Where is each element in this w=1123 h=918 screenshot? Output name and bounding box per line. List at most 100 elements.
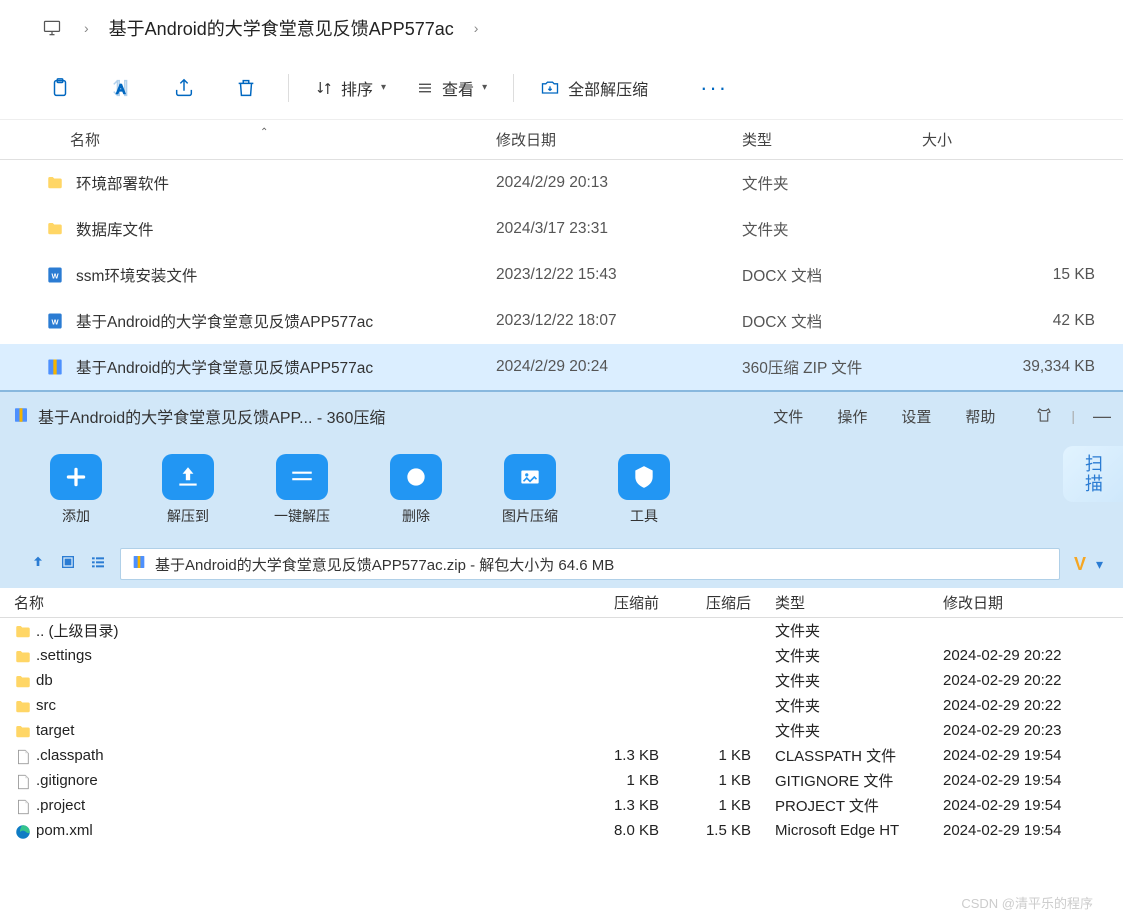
archive-header-post[interactable]: 压缩后 bbox=[669, 592, 761, 613]
header-size[interactable]: 大小 bbox=[906, 129, 1123, 150]
header-type[interactable]: 类型 bbox=[726, 129, 906, 150]
archive-post-size: 1.5 KB bbox=[669, 822, 761, 839]
file-type: DOCX 文档 bbox=[726, 264, 906, 286]
archive-headers: 名称 压缩前 压缩后 类型 修改日期 bbox=[0, 588, 1123, 618]
file-modified: 2023/12/22 18:07 bbox=[478, 312, 726, 330]
archive-row[interactable]: .. (上级目录)文件夹 bbox=[0, 618, 1123, 643]
archive-path-bar: 基于Android的大学食堂意见反馈APP577ac.zip - 解包大小为 6… bbox=[0, 540, 1123, 588]
archive-row[interactable]: .settings文件夹2024-02-29 20:22 bbox=[0, 643, 1123, 668]
tools-button[interactable]: 工具 bbox=[618, 454, 670, 526]
breadcrumb: › 基于Android的大学食堂意见反馈APP577ac › bbox=[0, 0, 1123, 56]
folder-icon bbox=[44, 172, 66, 194]
archive-row[interactable]: src文件夹2024-02-29 20:22 bbox=[0, 693, 1123, 718]
svg-text:A: A bbox=[117, 81, 126, 96]
folder-icon bbox=[14, 723, 32, 739]
archive-header-pre[interactable]: 压缩前 bbox=[555, 592, 669, 613]
file-size: 15 KB bbox=[906, 266, 1123, 284]
select-all-icon[interactable] bbox=[60, 554, 76, 575]
docx-icon: W bbox=[44, 310, 66, 332]
archive-pre-size: 1.3 KB bbox=[555, 797, 669, 814]
file-name: ssm环境安装文件 bbox=[76, 264, 197, 286]
add-button[interactable]: 添加 bbox=[50, 454, 102, 526]
archive-header-modified[interactable]: 修改日期 bbox=[929, 592, 1123, 613]
share-icon[interactable] bbox=[164, 68, 204, 108]
archive-post-size: 1 KB bbox=[669, 797, 761, 814]
divider-icon: | bbox=[1071, 408, 1075, 424]
more-icon[interactable]: ··· bbox=[694, 68, 734, 108]
folder-icon bbox=[44, 218, 66, 240]
archive-pre-size: 8.0 KB bbox=[555, 822, 669, 839]
archive-header-type[interactable]: 类型 bbox=[761, 592, 929, 613]
archive-file-modified: 2024-02-29 19:54 bbox=[929, 797, 1123, 814]
file-row[interactable]: 环境部署软件2024/2/29 20:13文件夹 bbox=[0, 160, 1123, 206]
monitor-icon[interactable] bbox=[40, 18, 64, 38]
file-row[interactable]: 基于Android的大学食堂意见反馈APP577ac2024/2/29 20:2… bbox=[0, 344, 1123, 390]
folder-icon bbox=[14, 648, 32, 664]
chevron-right-icon[interactable]: › bbox=[76, 20, 97, 36]
sort-button[interactable]: 排序 ▾ bbox=[311, 76, 390, 100]
archive-row[interactable]: .project1.3 KB1 KBPROJECT 文件2024-02-29 1… bbox=[0, 793, 1123, 818]
delete-icon[interactable] bbox=[226, 68, 266, 108]
chevron-right-icon[interactable]: › bbox=[466, 20, 487, 36]
list-view-icon[interactable] bbox=[90, 554, 106, 575]
archive-file-type: 文件夹 bbox=[761, 670, 929, 691]
rename-icon[interactable]: A bbox=[102, 68, 142, 108]
extract-one-button[interactable]: 一键解压 bbox=[274, 454, 330, 526]
menu-settings[interactable]: 设置 bbox=[901, 406, 931, 427]
menu-file[interactable]: 文件 bbox=[773, 406, 803, 427]
archive-row[interactable]: .gitignore1 KB1 KBGITIGNORE 文件2024-02-29… bbox=[0, 768, 1123, 793]
breadcrumb-folder[interactable]: 基于Android的大学食堂意见反馈APP577ac bbox=[109, 15, 454, 41]
archive-file-type: PROJECT 文件 bbox=[761, 795, 929, 816]
archive-row[interactable]: .classpath1.3 KB1 KBCLASSPATH 文件2024-02-… bbox=[0, 743, 1123, 768]
view-button[interactable]: 查看 ▾ bbox=[412, 76, 491, 100]
archive-file-type: Microsoft Edge HT bbox=[761, 822, 929, 839]
file-icon bbox=[14, 798, 32, 814]
archive-file-name: .gitignore bbox=[36, 772, 98, 789]
watermark: CSDN @清平乐的程序 bbox=[961, 893, 1093, 912]
archive-post-size: 1 KB bbox=[669, 772, 761, 789]
archive-header-name[interactable]: 名称 bbox=[0, 592, 555, 613]
file-row[interactable]: W 基于Android的大学食堂意见反馈APP577ac 2023/12/22 18… bbox=[0, 298, 1123, 344]
file-name: 数据库文件 bbox=[76, 218, 154, 240]
archive-file-name: db bbox=[36, 672, 53, 689]
up-icon[interactable] bbox=[30, 554, 46, 575]
archive-file-name: src bbox=[36, 697, 56, 714]
dropdown-icon[interactable]: ▾ bbox=[1096, 556, 1103, 573]
archive-file-list: .. (上级目录)文件夹.settings文件夹2024-02-29 20:22… bbox=[0, 618, 1123, 843]
archive-pre-size: 1 KB bbox=[555, 772, 669, 789]
paste-icon[interactable] bbox=[40, 68, 80, 108]
file-row[interactable]: Wssm环境安装文件2023/12/22 15:43DOCX 文档15 KB bbox=[0, 252, 1123, 298]
archive-path-input[interactable]: 基于Android的大学食堂意见反馈APP577ac.zip - 解包大小为 6… bbox=[120, 548, 1060, 580]
extract-to-button[interactable]: 解压到 bbox=[162, 454, 214, 526]
archive-file-name: target bbox=[36, 722, 74, 739]
delete-button[interactable]: 删除 bbox=[390, 454, 442, 526]
header-name[interactable]: 名称 ⌃ bbox=[0, 129, 478, 150]
img-compress-button[interactable]: 图片压缩 bbox=[502, 454, 558, 526]
file-name: 基于Android的大学食堂意见反馈APP577ac bbox=[76, 310, 373, 332]
file-modified: 2024/2/29 20:13 bbox=[478, 174, 726, 192]
extract-one-label: 一键解压 bbox=[274, 506, 330, 526]
file-icon bbox=[14, 748, 32, 764]
minimize-icon[interactable]: — bbox=[1093, 406, 1111, 427]
svg-text:W: W bbox=[51, 317, 59, 326]
divider bbox=[513, 74, 514, 102]
svg-text:W: W bbox=[51, 271, 59, 280]
file-type: DOCX 文档 bbox=[726, 310, 906, 332]
file-list: 环境部署软件2024/2/29 20:13文件夹数据库文件 2024/3/17 2… bbox=[0, 160, 1123, 390]
v-icon[interactable]: V bbox=[1074, 554, 1086, 575]
menu-action[interactable]: 操作 bbox=[837, 406, 867, 427]
archive-file-type: 文件夹 bbox=[761, 620, 929, 641]
file-row[interactable]: 数据库文件2024/3/17 23:31文件夹 bbox=[0, 206, 1123, 252]
extract-all-button[interactable]: 全部解压缩 bbox=[536, 76, 652, 100]
archive-row[interactable]: target文件夹2024-02-29 20:23 bbox=[0, 718, 1123, 743]
skin-icon[interactable] bbox=[1035, 406, 1053, 427]
archive-row[interactable]: pom.xml8.0 KB1.5 KBMicrosoft Edge HT2024… bbox=[0, 818, 1123, 843]
header-modified[interactable]: 修改日期 bbox=[478, 129, 726, 150]
archive-row[interactable]: db文件夹2024-02-29 20:22 bbox=[0, 668, 1123, 693]
archive-file-type: 文件夹 bbox=[761, 695, 929, 716]
menu-help[interactable]: 帮助 bbox=[965, 406, 995, 427]
archive-file-type: GITIGNORE 文件 bbox=[761, 770, 929, 791]
file-modified: 2024/3/17 23:31 bbox=[478, 220, 726, 238]
scan-badge[interactable]: 扫描 bbox=[1063, 446, 1123, 502]
extract-to-label: 解压到 bbox=[167, 506, 209, 526]
